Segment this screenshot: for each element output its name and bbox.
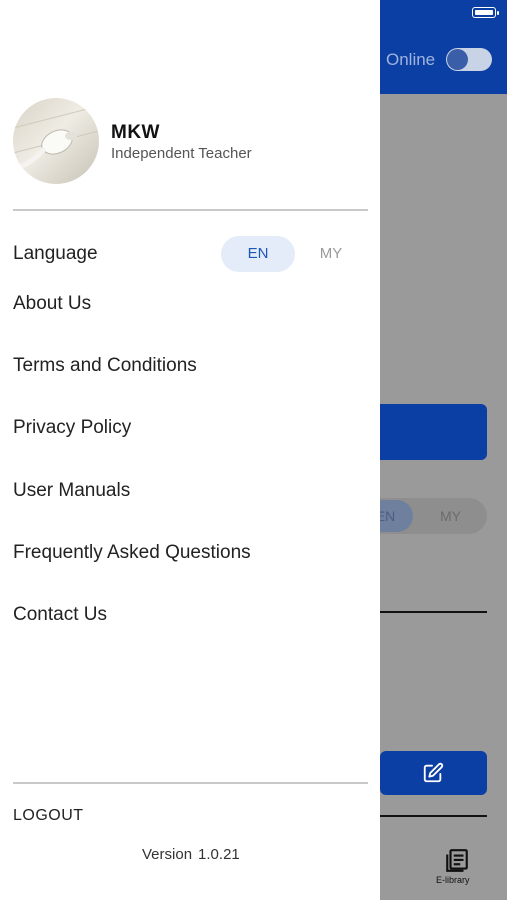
menu-item-faq[interactable]: Frequently Asked Questions [13, 542, 251, 564]
avatar[interactable] [13, 98, 99, 184]
divider [13, 782, 368, 784]
menu-item-terms-and-conditions[interactable]: Terms and Conditions [13, 355, 197, 377]
menu-item-user-manuals[interactable]: User Manuals [13, 480, 130, 502]
user-name: MKW [111, 122, 160, 143]
toggle-knob [447, 49, 468, 70]
battery-icon [472, 7, 499, 18]
book-icon[interactable] [444, 848, 470, 874]
app-version: Version 1.0.21 [142, 846, 240, 863]
menu-item-about-us[interactable]: About Us [13, 293, 91, 315]
edit-button[interactable] [380, 751, 487, 795]
background-language-my[interactable]: MY [440, 508, 461, 524]
primary-action-button[interactable] [370, 404, 487, 460]
language-option-en[interactable]: EN [221, 236, 295, 272]
menu-item-contact-us[interactable]: Contact Us [13, 604, 107, 626]
divider [380, 815, 487, 817]
user-role: Independent Teacher [111, 145, 252, 162]
logout-button[interactable]: LOGOUT [13, 807, 84, 825]
edit-icon [423, 762, 444, 783]
menu-item-privacy-policy[interactable]: Privacy Policy [13, 417, 131, 439]
online-label: Online [386, 50, 436, 69]
divider [380, 611, 487, 613]
earphones-photo [13, 105, 99, 171]
online-toggle[interactable] [446, 48, 492, 71]
version-label: Version [142, 846, 193, 863]
language-option-my[interactable]: MY [311, 236, 351, 272]
tab-elibrary-label[interactable]: E-library [436, 875, 470, 885]
version-number: 1.0.21 [198, 846, 240, 863]
divider [13, 209, 368, 211]
navigation-drawer: MKW Independent Teacher Language EN MY A… [0, 0, 380, 900]
language-label: Language [13, 243, 98, 264]
